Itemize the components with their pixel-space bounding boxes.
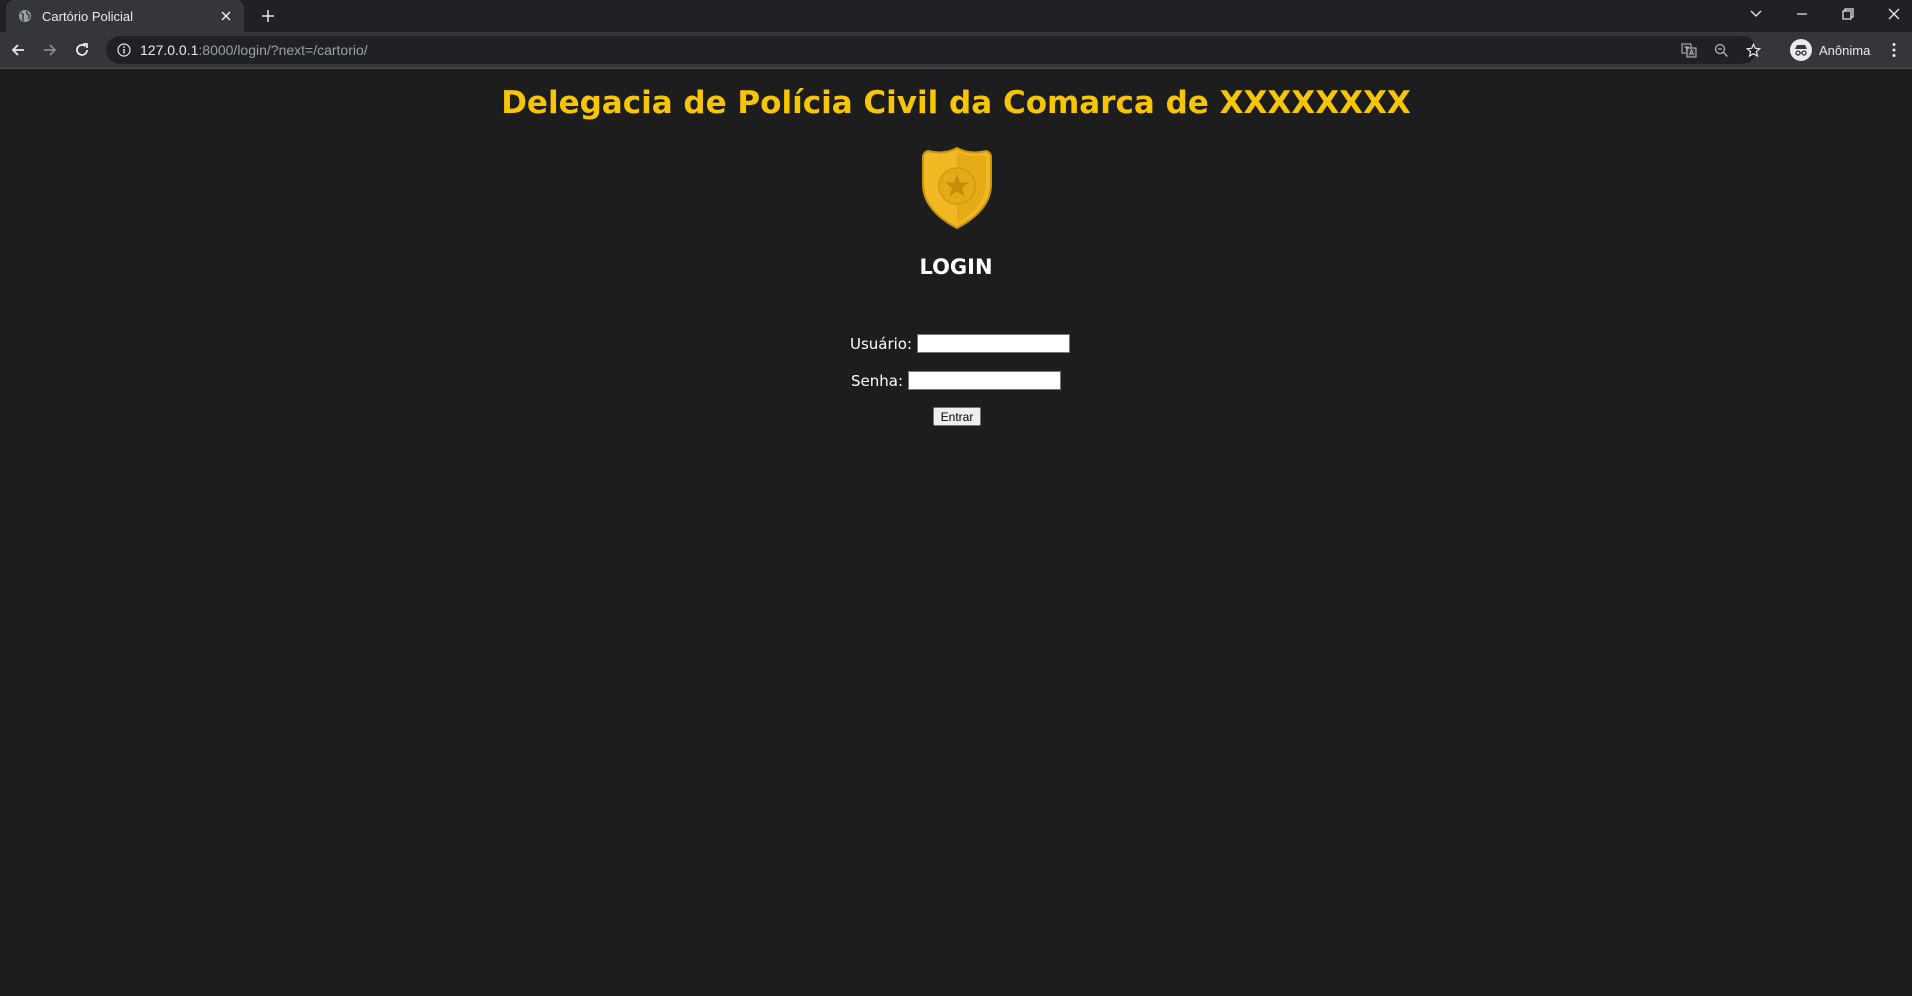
page-content: Delegacia de Polícia Civil da Comarca de…	[0, 69, 1912, 996]
globe-icon	[18, 9, 32, 23]
browser-tab[interactable]: Cartório Policial	[6, 0, 244, 32]
username-row: Usuário:	[0, 334, 1912, 353]
login-heading: LOGIN	[919, 255, 993, 279]
arrow-left-icon[interactable]	[4, 36, 32, 64]
address-bar[interactable]: 127.0.0.1:8000/login/?next=/cartorio/	[106, 36, 1761, 64]
reload-icon[interactable]	[68, 36, 96, 64]
browser-toolbar: 127.0.0.1:8000/login/?next=/cartorio/ An…	[0, 32, 1912, 68]
close-icon[interactable]	[1872, 0, 1912, 28]
translate-icon[interactable]	[1677, 40, 1701, 60]
password-input[interactable]	[908, 371, 1061, 390]
minimize-icon[interactable]	[1780, 0, 1824, 28]
profile-button[interactable]: Anônima	[1784, 36, 1876, 64]
username-input[interactable]	[917, 334, 1071, 353]
profile-label: Anônima	[1819, 42, 1871, 58]
incognito-icon	[1790, 39, 1812, 61]
tab-strip: Cartório Policial	[0, 0, 1912, 32]
kebab-menu-icon[interactable]	[1880, 36, 1908, 64]
zoom-icon[interactable]	[1709, 40, 1733, 60]
url-text: 127.0.0.1:8000/login/?next=/cartorio/	[140, 42, 368, 58]
plus-icon[interactable]	[256, 4, 280, 28]
password-label: Senha:	[850, 371, 903, 390]
username-label: Usuário:	[849, 334, 913, 353]
close-icon[interactable]	[216, 6, 236, 26]
password-row: Senha:	[0, 371, 1912, 390]
star-icon[interactable]	[1741, 40, 1765, 60]
login-submit-button[interactable]: Entrar	[933, 407, 981, 426]
tab-title: Cartório Policial	[42, 8, 134, 24]
tab-search-icon[interactable]	[1734, 0, 1778, 28]
arrow-right-icon[interactable]	[36, 36, 64, 64]
page-title: Delegacia de Polícia Civil da Comarca de…	[501, 85, 1411, 121]
restore-icon[interactable]	[1826, 0, 1870, 28]
url-host: 127.0.0.1	[140, 42, 199, 58]
police-badge-icon	[922, 146, 992, 230]
url-path: :8000/login/?next=/cartorio/	[198, 42, 368, 58]
info-icon[interactable]	[110, 36, 138, 64]
